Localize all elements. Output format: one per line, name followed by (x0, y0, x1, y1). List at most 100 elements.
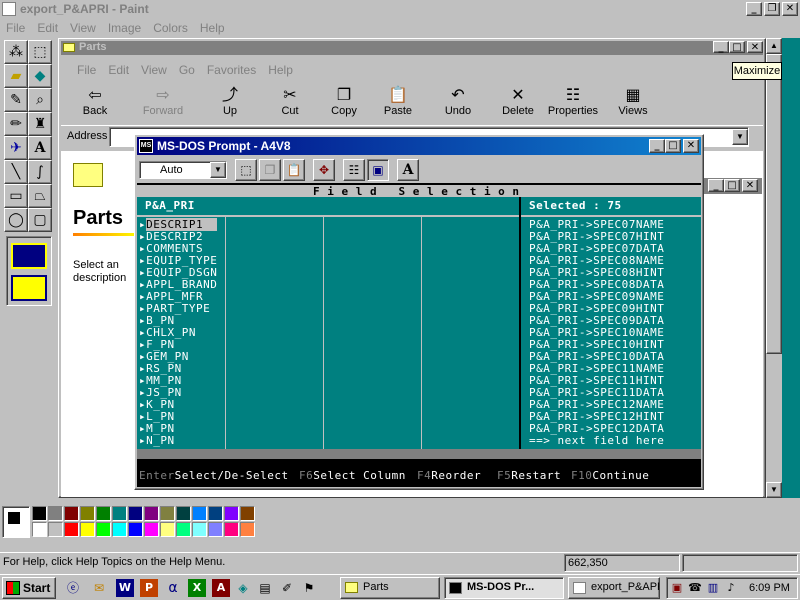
forward-button[interactable]: ⇨ Forward (135, 85, 191, 123)
dos-paste-icon[interactable]: 📋 (283, 159, 305, 181)
scroll-down-icon[interactable]: ▼ (766, 482, 782, 498)
dos-titlebar[interactable]: MS MS-DOS Prompt - A4V8 _ □ ✕ (137, 137, 701, 155)
palette-swatch[interactable] (128, 522, 143, 537)
option-opaque-icon[interactable] (11, 243, 47, 269)
magnifier-icon[interactable]: ⌕ (28, 88, 52, 112)
access-icon[interactable]: A (212, 579, 230, 597)
explorer-menu-file[interactable]: File (77, 61, 96, 79)
palette-swatch[interactable] (96, 506, 111, 521)
text-icon[interactable]: A (28, 136, 52, 160)
task-paint[interactable]: export_P&APR... (568, 577, 660, 599)
palette-swatch[interactable] (208, 522, 223, 537)
explorer-menu-edit[interactable]: Edit (108, 61, 129, 79)
palette-swatch[interactable] (208, 506, 223, 521)
app-icon-1[interactable]: ◈ (234, 579, 252, 597)
brush-icon[interactable]: ♜ (28, 112, 52, 136)
paint-menu-view[interactable]: View (70, 19, 96, 37)
palette-swatch[interactable] (32, 506, 47, 521)
palette-swatch[interactable] (192, 506, 207, 521)
alpha-icon[interactable]: α (164, 579, 182, 597)
curve-icon[interactable]: ∫ (28, 160, 52, 184)
task-msdos[interactable]: MS-DOS Pr... (444, 577, 564, 599)
palette-swatch[interactable] (144, 506, 159, 521)
pencil-icon[interactable]: ✏ (4, 112, 28, 136)
paint-menu-file[interactable]: File (6, 19, 25, 37)
explorer-menu-go[interactable]: Go (179, 61, 195, 79)
rectangle-icon[interactable]: ▭ (4, 184, 28, 208)
copy-button[interactable]: ❐ Copy (316, 85, 372, 123)
dos-minimize-icon[interactable]: _ (649, 139, 665, 153)
paint-vscroll[interactable]: ▲ ▼ (766, 38, 782, 498)
palette-swatch[interactable] (160, 506, 175, 521)
address-dropdown-icon[interactable]: ▼ (732, 129, 748, 145)
up-button[interactable]: ⤴ Up (202, 85, 258, 123)
outlook-icon[interactable]: ✉ (90, 579, 108, 597)
tray-icon-3[interactable]: ▥ (705, 580, 721, 596)
eraser-icon[interactable]: ▰ (4, 64, 28, 88)
scroll-thumb[interactable] (766, 54, 782, 354)
paint-titlebar[interactable]: export_P&APRI - Paint _ ❐ ✕ (0, 0, 800, 18)
fullscreen-icon[interactable]: ✥ (313, 159, 335, 181)
selected-field-row[interactable]: ==> next field here (529, 435, 664, 447)
palette-swatch[interactable] (176, 522, 191, 537)
font-icon[interactable]: A (397, 159, 419, 181)
palette-swatch[interactable] (96, 522, 111, 537)
palette-swatch[interactable] (80, 506, 95, 521)
app-icon-2[interactable]: ▤ (256, 579, 274, 597)
cut-button[interactable]: ✂ Cut (262, 85, 318, 123)
start-button[interactable]: Start (2, 577, 56, 599)
properties-button[interactable]: ☷ Properties (543, 85, 603, 123)
palette-swatch[interactable] (64, 506, 79, 521)
explorer-minimize-icon[interactable]: _ (713, 41, 729, 53)
ellipse-icon[interactable]: ◯ (4, 208, 28, 232)
airbrush-icon[interactable]: ✈ (4, 136, 28, 160)
polygon-icon[interactable]: ⏢ (28, 184, 52, 208)
free-select-icon[interactable]: ⁂ (4, 40, 28, 64)
paint-menu-image[interactable]: Image (108, 19, 141, 37)
ie-icon[interactable]: ⓔ (64, 579, 82, 597)
palette-swatch[interactable] (112, 506, 127, 521)
palette-swatch[interactable] (48, 522, 63, 537)
tray-icon-1[interactable]: ▣ (669, 580, 685, 596)
background-window-titlebar[interactable]: _ □ ✕ (700, 178, 762, 194)
pick-color-icon[interactable]: ✎ (4, 88, 28, 112)
dos-close-icon[interactable]: ✕ (683, 139, 699, 153)
excel-icon[interactable]: X (188, 579, 206, 597)
explorer-close-icon[interactable]: ✕ (747, 41, 763, 53)
option-transparent-icon[interactable] (11, 275, 47, 301)
bg-close-icon[interactable]: ✕ (742, 179, 758, 192)
explorer-menu-help[interactable]: Help (268, 61, 293, 79)
fill-icon[interactable]: ◆ (28, 64, 52, 88)
volume-icon[interactable]: ♪ (723, 580, 739, 596)
paint-menu-colors[interactable]: Colors (153, 19, 188, 37)
app-icon-4[interactable]: ⚑ (300, 579, 318, 597)
line-icon[interactable]: ╲ (4, 160, 28, 184)
paste-button[interactable]: 📋 Paste (370, 85, 426, 123)
clock[interactable]: 6:09 PM (749, 582, 790, 594)
task-parts[interactable]: Parts (340, 577, 440, 599)
paint-menu-help[interactable]: Help (200, 19, 225, 37)
palette-swatch[interactable] (240, 506, 255, 521)
palette-swatch[interactable] (224, 506, 239, 521)
bg-maximize-icon[interactable]: □ (724, 179, 740, 192)
palette-swatch[interactable] (32, 522, 47, 537)
explorer-menu-view[interactable]: View (141, 61, 167, 79)
background-icon[interactable]: ▣ (367, 159, 389, 181)
rounded-rect-icon[interactable]: ▢ (28, 208, 52, 232)
palette-swatch[interactable] (128, 506, 143, 521)
word-icon[interactable]: W (116, 579, 134, 597)
dos-properties-icon[interactable]: ☷ (343, 159, 365, 181)
back-button[interactable]: ⇦ Back (67, 85, 123, 123)
close-icon[interactable]: ✕ (782, 2, 798, 16)
explorer-menu-favorites[interactable]: Favorites (207, 61, 256, 79)
palette-swatch[interactable] (192, 522, 207, 537)
font-select[interactable]: Auto ▼ (139, 161, 227, 179)
mark-icon[interactable]: ⬚ (235, 159, 257, 181)
undo-button[interactable]: ↶ Undo (430, 85, 486, 123)
views-button[interactable]: ▦ Views (605, 85, 661, 123)
palette-swatch[interactable] (224, 522, 239, 537)
delete-button[interactable]: ✕ Delete (490, 85, 546, 123)
restore-icon[interactable]: ❐ (764, 2, 780, 16)
paint-menu-edit[interactable]: Edit (37, 19, 58, 37)
palette-swatch[interactable] (144, 522, 159, 537)
